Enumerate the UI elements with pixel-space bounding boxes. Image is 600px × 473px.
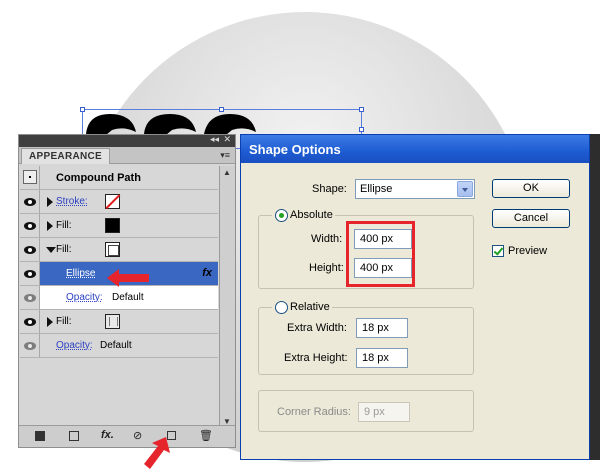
eye-icon[interactable] [24, 198, 36, 206]
ellipse-effect-link[interactable]: Ellipse [66, 268, 95, 279]
absolute-label: Absolute [290, 209, 333, 221]
extra-width-label: Extra Width: [287, 322, 347, 334]
fill-gray-swatch[interactable] [105, 314, 120, 329]
fill-label: Fill: [56, 220, 72, 231]
selection-handle[interactable] [359, 107, 364, 112]
expand-triangle-icon[interactable] [47, 317, 53, 327]
highlight-box [346, 221, 415, 287]
shape-select-value: Ellipse [360, 183, 393, 195]
target-column [20, 166, 40, 189]
visibility-column [20, 310, 40, 333]
panel-title-bar: ◂◂ ✕ [19, 134, 235, 147]
scroll-up-icon[interactable]: ▲ [223, 168, 231, 177]
opacity-link[interactable]: Opacity: [66, 292, 103, 303]
cancel-button[interactable]: Cancel [492, 209, 570, 228]
preview-checkbox[interactable] [492, 245, 504, 257]
eye-icon[interactable] [24, 342, 36, 350]
relative-radio[interactable] [275, 301, 288, 314]
fill-label: Fill: [56, 316, 72, 327]
width-label: Width: [311, 233, 343, 245]
row-fill-1[interactable]: Fill: [20, 214, 218, 238]
row-opacity-2[interactable]: Opacity: Default [20, 334, 218, 358]
delete-item-icon[interactable]: 🗑 [199, 429, 213, 442]
visibility-column [20, 214, 40, 237]
visibility-column [20, 190, 40, 213]
extra-height-label: Extra Height: [284, 352, 348, 364]
shape-label: Shape: [312, 183, 347, 195]
chevron-down-icon[interactable] [457, 181, 473, 197]
selection-handle[interactable] [80, 107, 85, 112]
absolute-radio[interactable] [275, 209, 288, 222]
stroke-none-swatch[interactable] [105, 194, 120, 209]
eye-icon[interactable] [24, 270, 36, 278]
panel-tab-row: APPEARANCE ▾≡ [19, 147, 235, 164]
target-icon[interactable] [23, 170, 37, 184]
eye-icon[interactable] [24, 222, 36, 230]
panel-menu-icon[interactable]: ▾≡ [220, 150, 230, 161]
add-new-fill-icon[interactable] [69, 431, 79, 441]
corner-radius-input: 9 px [358, 402, 410, 422]
visibility-column [20, 286, 40, 309]
clear-appearance-icon[interactable]: ⊘ [133, 429, 142, 442]
collapse-triangle-icon[interactable] [46, 247, 56, 253]
eye-icon[interactable] [24, 246, 36, 254]
visibility-column [20, 334, 40, 357]
dialog-title: Shape Options [241, 135, 589, 163]
red-arrow-up-icon [144, 437, 170, 469]
selection-handle[interactable] [359, 127, 364, 132]
panel-bottom-toolbar: fx. ⊘ 🗑 [19, 425, 235, 447]
ok-button[interactable]: OK [492, 179, 570, 198]
opacity-value: Default [100, 340, 132, 351]
eye-icon[interactable] [24, 318, 36, 326]
row-fill-3[interactable]: Fill: [20, 310, 218, 334]
preview-label: Preview [508, 245, 548, 257]
opacity-link[interactable]: Opacity: [56, 340, 93, 351]
compound-path-label: Compound Path [56, 172, 141, 184]
shape-select[interactable]: Ellipse [355, 179, 475, 199]
row-opacity-1[interactable]: Opacity: Default [20, 286, 218, 310]
row-fill-2[interactable]: Fill: [20, 238, 218, 262]
row-stroke[interactable]: Stroke: [20, 190, 218, 214]
tab-appearance[interactable]: APPEARANCE [21, 148, 111, 164]
expand-triangle-icon[interactable] [47, 197, 53, 207]
height-label: Height: [309, 262, 344, 274]
fx-icon: fx [202, 267, 212, 279]
eye-icon[interactable] [24, 294, 36, 302]
stroke-label[interactable]: Stroke: [56, 196, 88, 207]
row-compound-path[interactable]: Compound Path [20, 166, 218, 190]
add-new-stroke-icon[interactable] [35, 431, 45, 441]
fill-gradient-swatch[interactable] [105, 242, 120, 257]
extra-height-input[interactable]: 18 px [356, 348, 408, 368]
selection-handle[interactable] [219, 107, 224, 112]
appearance-rows: Compound Path Stroke: Fill: Fill: Ellips… [20, 166, 218, 358]
visibility-column [20, 262, 40, 285]
opacity-value: Default [112, 292, 144, 303]
close-icon[interactable]: ✕ [223, 134, 231, 145]
relative-label: Relative [290, 301, 330, 313]
appearance-panel: ◂◂ ✕ APPEARANCE ▾≡ Compound Path Stroke:… [18, 134, 236, 448]
expand-triangle-icon[interactable] [47, 221, 53, 231]
dark-background-strip [590, 134, 600, 460]
extra-width-input[interactable]: 18 px [356, 318, 408, 338]
fill-label: Fill: [56, 244, 72, 255]
panel-scrollbar[interactable]: ▲ ▼ [219, 166, 235, 428]
visibility-column [20, 238, 40, 261]
red-arrow-left-icon [107, 269, 149, 287]
corner-radius-label: Corner Radius: [277, 406, 351, 418]
fill-black-swatch[interactable] [105, 218, 120, 233]
add-effect-icon[interactable]: fx. [101, 429, 114, 441]
collapse-icon[interactable]: ◂◂ [210, 134, 219, 145]
